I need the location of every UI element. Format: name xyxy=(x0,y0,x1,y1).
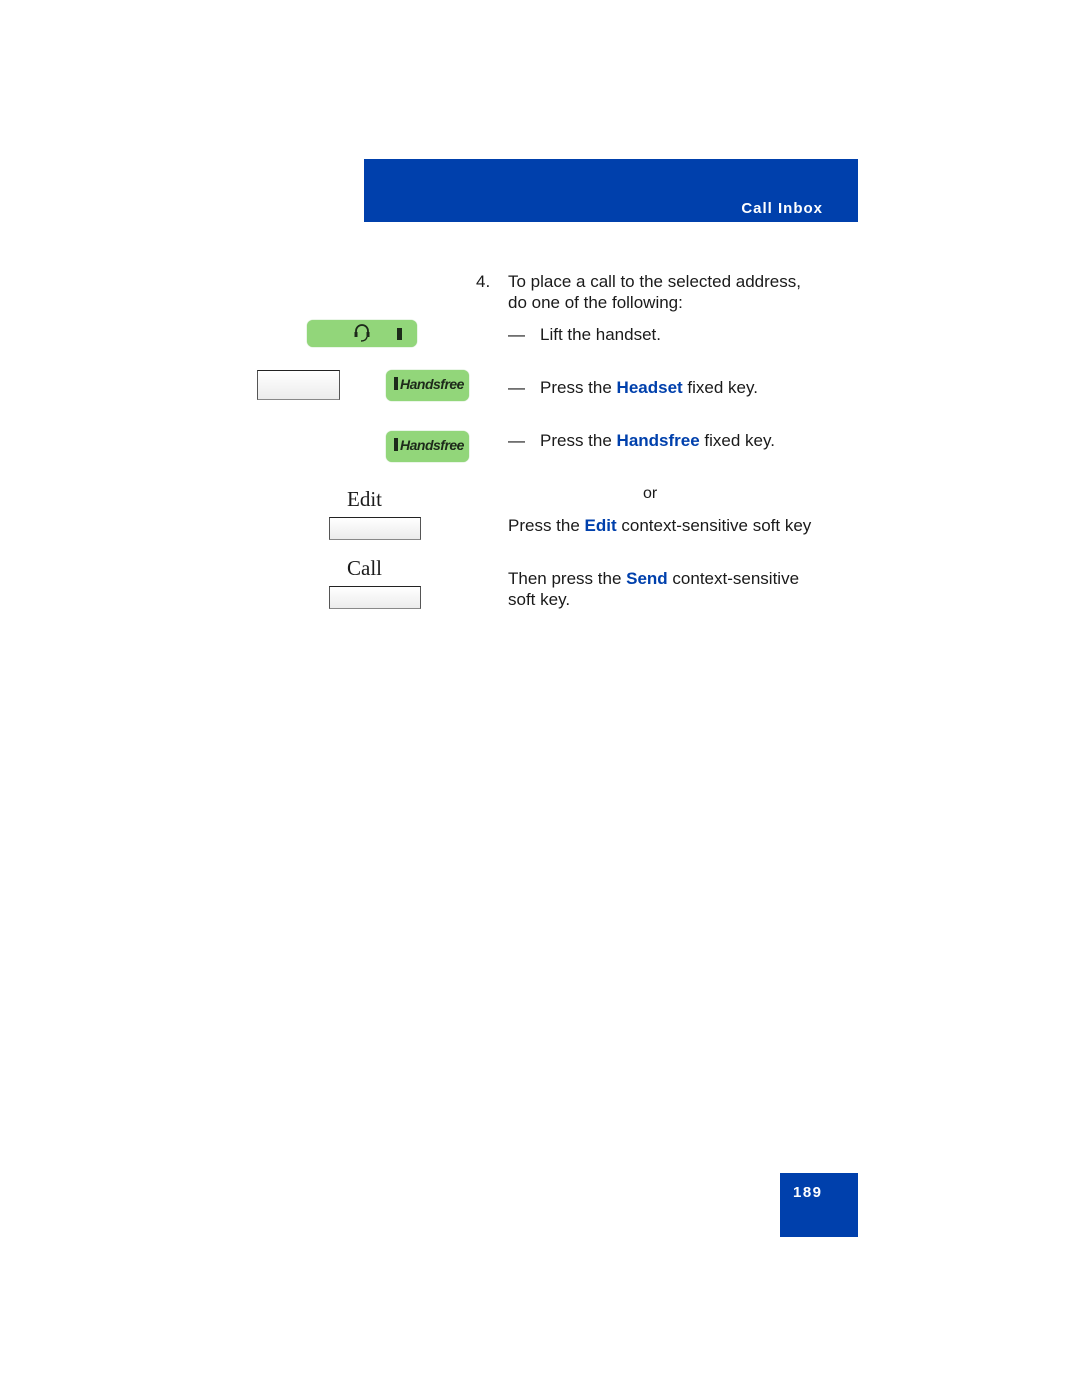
option-text: Lift the handset. xyxy=(540,325,661,344)
option-lift-handset: Lift the handset. xyxy=(540,324,661,345)
send-key-name: Send xyxy=(626,569,668,588)
edit-soft-key-label: Edit xyxy=(347,487,382,511)
handsfree-key-label: Handsfree xyxy=(394,437,464,453)
instruction-text: Then press the xyxy=(508,569,627,588)
speaker-indicator-icon xyxy=(394,377,398,390)
option-headset: Press the Headset fixed key. xyxy=(540,377,758,398)
headset-icon xyxy=(354,324,402,342)
page-number-box: 189 xyxy=(780,1173,858,1237)
page-number: 189 xyxy=(793,1184,823,1201)
step-line-2: do one of the following: xyxy=(508,293,683,312)
option-text: Press the xyxy=(540,378,617,397)
step-line-1: To place a call to the selected address, xyxy=(508,272,801,291)
header-bar: Call Inbox xyxy=(364,159,858,222)
headset-key[interactable] xyxy=(307,320,417,347)
step-number: 4. xyxy=(476,272,491,291)
option-text: Press the xyxy=(540,431,617,450)
send-instruction-line-2: soft key. xyxy=(508,590,571,609)
edit-key-name: Edit xyxy=(584,516,617,535)
handsfree-key[interactable]: Handsfree xyxy=(386,431,469,462)
section-title: Call Inbox xyxy=(741,200,823,217)
call-soft-key-label: Call xyxy=(347,556,382,580)
option-text: fixed key. xyxy=(682,378,758,397)
handsfree-key-name: Handsfree xyxy=(616,431,700,450)
speaker-indicator-icon xyxy=(394,438,398,451)
handsfree-key-label: Handsfree xyxy=(394,376,464,392)
instruction-text: context-sensitive soft key xyxy=(616,516,812,535)
edit-soft-key[interactable] xyxy=(329,517,421,540)
option-text: fixed key. xyxy=(699,431,775,450)
blank-soft-key[interactable] xyxy=(257,370,340,400)
headset-key-name: Headset xyxy=(616,378,683,397)
handsfree-text: Handsfree xyxy=(400,376,464,392)
handsfree-key[interactable]: Handsfree xyxy=(386,370,469,401)
call-soft-key[interactable] xyxy=(329,586,421,609)
option-dash: — xyxy=(508,378,525,397)
edit-instruction: Press the Edit context-sensitive soft ke… xyxy=(508,515,811,536)
instruction-text: Press the xyxy=(508,516,585,535)
option-handsfree: Press the Handsfree fixed key. xyxy=(540,430,775,451)
handsfree-text: Handsfree xyxy=(400,437,464,453)
send-instruction: Then press the Send context-sensitive xyxy=(508,568,799,589)
option-dash: — xyxy=(508,325,525,344)
instruction-text: context-sensitive xyxy=(667,569,800,588)
option-dash: — xyxy=(508,431,525,450)
or-separator: or xyxy=(643,485,658,502)
